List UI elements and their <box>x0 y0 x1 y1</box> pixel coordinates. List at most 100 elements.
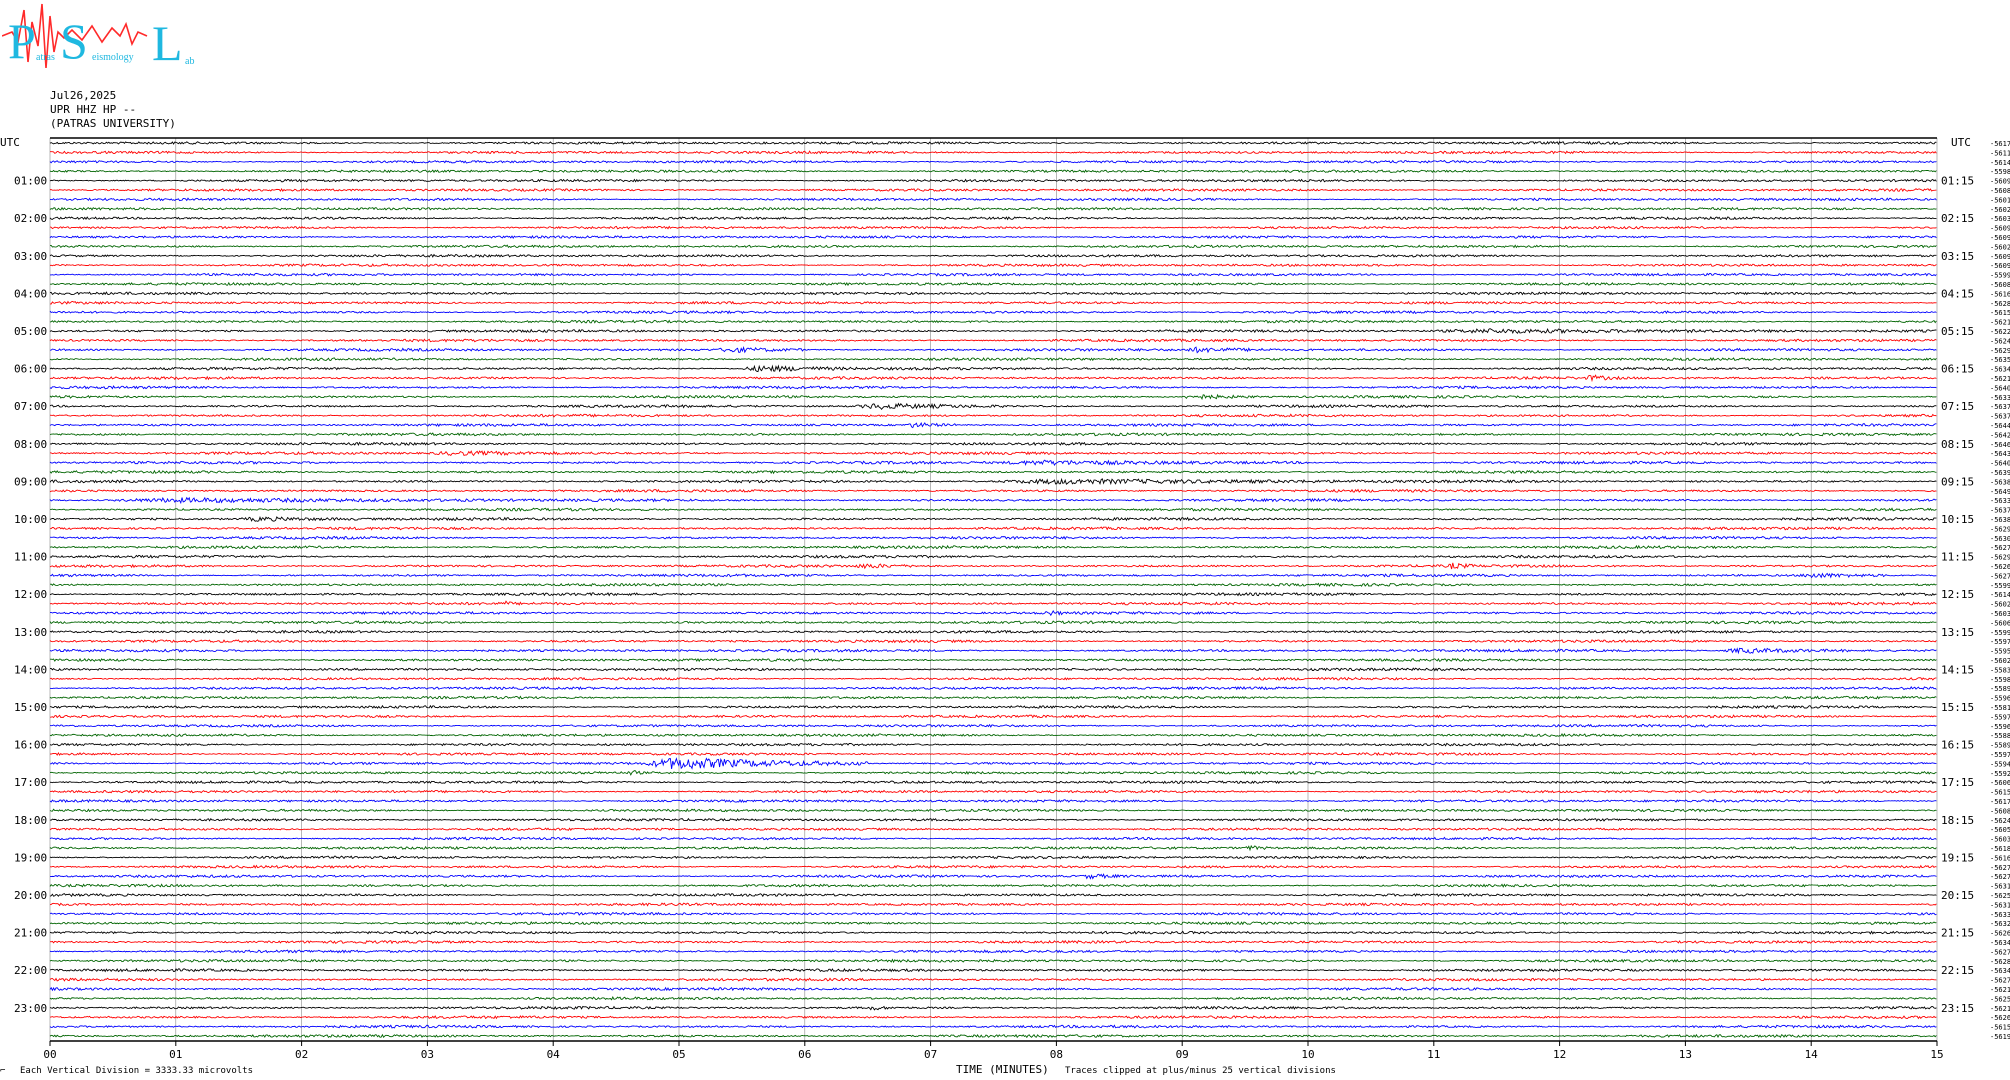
x-axis-title: TIME (MINUTES) <box>956 1063 1049 1076</box>
trace-offset-label: -5627 <box>1990 873 2010 881</box>
hour-label-left: 14:00 <box>14 663 47 676</box>
seismic-trace-44 <box>49 554 1937 559</box>
trace-offset-label: -5633 <box>1990 911 2010 919</box>
hour-label-right: 14:15 <box>1941 663 1974 676</box>
trace-offset-label: -5625 <box>1990 995 2010 1003</box>
x-tick-label: 10 <box>1301 1048 1314 1061</box>
seismic-trace-65 <box>49 751 1937 756</box>
trace-offset-label: -5631 <box>1990 901 2010 909</box>
trace-offset-label: -5615 <box>1990 1024 2010 1032</box>
hour-label-right: 16:15 <box>1941 739 1974 752</box>
hour-label-left: 11:00 <box>14 551 47 564</box>
clip-note: Traces clipped at plus/minus 25 vertical… <box>1065 1066 1336 1076</box>
seismic-trace-83 <box>49 921 1937 926</box>
trace-offset-label: -5634 <box>1990 939 2010 947</box>
seismic-trace-72 <box>49 817 1937 822</box>
trace-offset-label: -5599 <box>1990 582 2010 590</box>
trace-offset-label: -5638 <box>1990 516 2010 524</box>
trace-offset-label: -5614 <box>1990 159 2010 167</box>
seismic-trace-29 <box>49 413 1937 418</box>
trace-offset-label: -5609 <box>1990 234 2010 242</box>
hour-label-right: 08:15 <box>1941 438 1974 451</box>
trace-offset-label: -5626 <box>1990 563 2010 571</box>
seismic-trace-89 <box>49 977 1937 982</box>
x-tick-label: 04 <box>547 1048 561 1061</box>
trace-offset-label: -5603 <box>1990 610 2010 618</box>
trace-offset-label: -5644 <box>1990 422 2010 430</box>
trace-offset-labels: -5617-5611-5614-5598-5609-5608-5601-5602… <box>1990 140 2010 1041</box>
trace-offset-label: -5614 <box>1990 591 2010 599</box>
trace-offset-label: -5602 <box>1990 657 2010 665</box>
seismic-trace-19 <box>49 319 1937 324</box>
seismic-trace-75 <box>49 844 1937 852</box>
seismic-trace-86 <box>49 949 1937 954</box>
hour-label-right: 06:15 <box>1941 363 1974 376</box>
seismic-trace-64 <box>49 742 1937 747</box>
trace-offset-label: -5619 <box>1990 1033 2010 1041</box>
seismic-trace-57 <box>49 676 1937 681</box>
seismic-trace-41 <box>49 526 1937 531</box>
seismic-trace-76 <box>49 855 1937 860</box>
x-tick-label: 01 <box>169 1048 182 1061</box>
helicorder-chart: UTC UTC 01:00 02:00 03:00 04:00 05:00 06:00 07… <box>0 136 2010 1076</box>
seismic-trace-18 <box>49 310 1937 315</box>
trace-offset-label: -5617 <box>1990 798 2010 806</box>
seismic-trace-45 <box>49 562 1937 570</box>
hour-label-left: 16:00 <box>14 739 47 752</box>
seismic-trace-77 <box>49 864 1937 869</box>
trace-offset-label: -5603 <box>1990 215 2010 223</box>
seismic-trace-9 <box>49 225 1937 230</box>
trace-offset-label: -5637 <box>1990 413 2010 421</box>
trace-offset-label: -5597 <box>1990 751 2010 759</box>
trace-offset-label: -5622 <box>1990 328 2010 336</box>
seismic-trace-0 <box>49 140 1937 146</box>
seismic-trace-32 <box>49 441 1937 447</box>
hour-label-right: 05:15 <box>1941 325 1974 338</box>
x-tick-label: 09 <box>1176 1048 1189 1061</box>
seismic-trace-81 <box>49 902 1937 907</box>
seismic-trace-16 <box>49 291 1937 296</box>
seismic-trace-88 <box>49 967 1937 973</box>
seismic-trace-31 <box>49 432 1937 437</box>
seismic-trace-87 <box>49 958 1937 964</box>
seismic-trace-95 <box>49 1033 1937 1039</box>
trace-offset-label: -5589 <box>1990 742 2010 750</box>
seismic-trace-53 <box>49 639 1937 644</box>
trace-offset-label: -5629 <box>1990 347 2010 355</box>
trace-offset-label: -5608 <box>1990 281 2010 289</box>
x-tick-label: 02 <box>295 1048 308 1061</box>
x-tick-labels: 00 01 02 03 04 05 06 07 08 09 10 11 12 13 14 15 <box>43 1041 1944 1061</box>
seismic-trace-48 <box>49 592 1937 597</box>
trace-offset-label: -5626 <box>1990 1014 2010 1022</box>
seismic-trace-34 <box>49 459 1937 467</box>
x-tick-label: 14 <box>1805 1048 1819 1061</box>
seismic-trace-73 <box>49 827 1937 832</box>
trace-offset-label: -5627 <box>1990 864 2010 872</box>
trace-offset-label: -5640 <box>1990 460 2010 468</box>
trace-offset-label: -5603 <box>1990 836 2010 844</box>
x-tick-label: 08 <box>1050 1048 1063 1061</box>
trace-offset-label: -5624 <box>1990 817 2010 825</box>
seismic-trace-6 <box>49 197 1937 202</box>
trace-offset-label: -5628 <box>1990 958 2010 966</box>
seismic-trace-39 <box>49 507 1937 512</box>
hour-label-left: 07:00 <box>14 400 47 413</box>
seismic-trace-54 <box>49 647 1937 655</box>
x-tick-label: 06 <box>798 1048 811 1061</box>
hour-label-right: 21:15 <box>1941 927 1974 940</box>
hour-label-right: 03:15 <box>1941 250 1974 263</box>
trace-offset-label: -5599 <box>1990 629 2010 637</box>
hour-label-right: 09:15 <box>1941 475 1974 488</box>
trace-offset-label: -5592 <box>1990 770 2010 778</box>
trace-offset-label: -5598 <box>1990 676 2010 684</box>
seismic-trace-40 <box>49 516 1937 522</box>
x-tick-label: 03 <box>421 1048 434 1061</box>
seismic-trace-46 <box>49 572 1937 579</box>
seismic-trace-71 <box>49 808 1937 813</box>
trace-offset-label: -5629 <box>1990 525 2010 533</box>
trace-offset-label: -5609 <box>1990 262 2010 270</box>
seismic-trace-14 <box>49 272 1937 277</box>
trace-offset-label: -5599 <box>1990 272 2010 280</box>
seismic-trace-30 <box>49 421 1937 429</box>
hour-label-right: 10:15 <box>1941 513 1974 526</box>
